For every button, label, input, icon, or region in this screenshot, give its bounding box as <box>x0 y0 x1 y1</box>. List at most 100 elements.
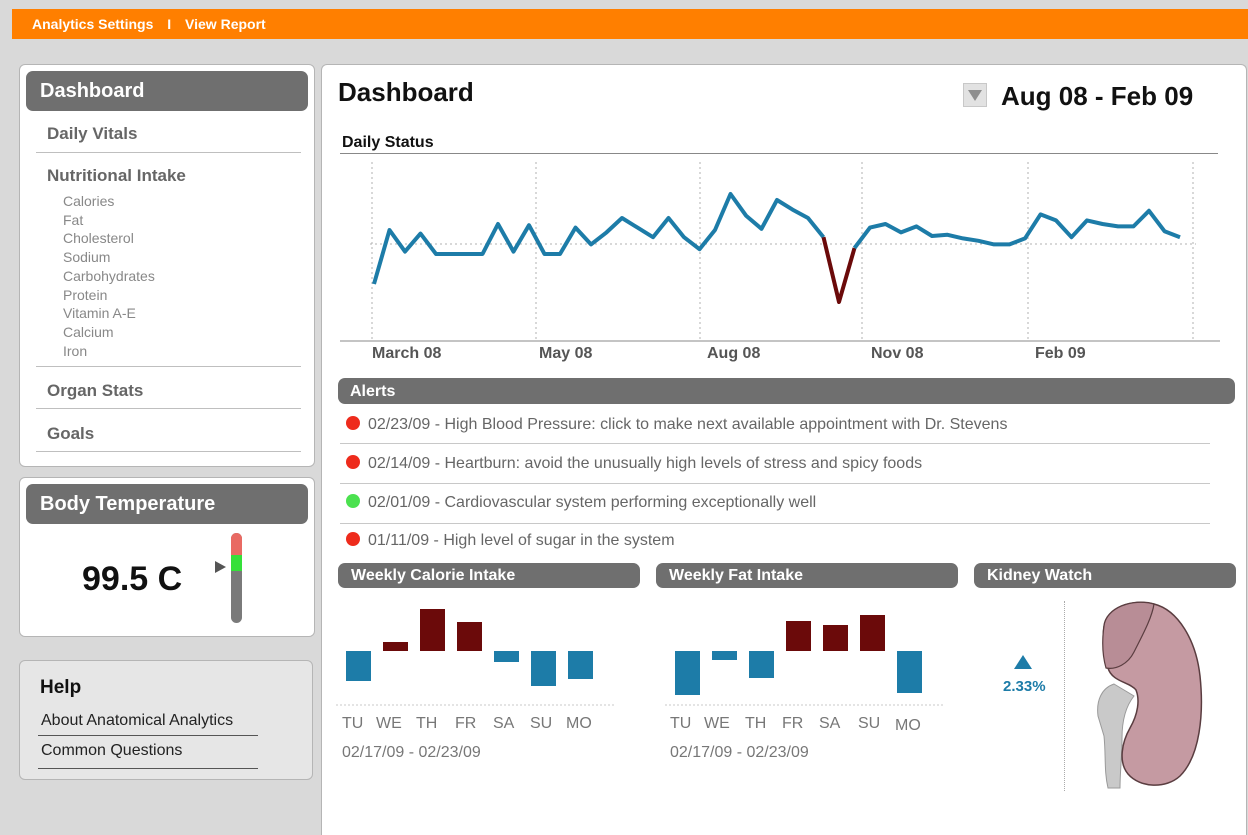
nav-sub-calcium[interactable]: Calcium <box>63 323 114 342</box>
month-tick-label: Aug 08 <box>707 345 761 362</box>
thermometer-warning-zone <box>231 533 242 555</box>
month-tick-label: May 08 <box>539 345 593 362</box>
alert-status-dot-icon <box>346 494 360 508</box>
nav-sub-calories[interactable]: Calories <box>63 192 114 211</box>
calorie-bar <box>457 622 482 651</box>
main-dashboard-panel: Dashboard Aug 08 - Feb 09 Daily Status M… <box>321 64 1247 835</box>
fat-day-label: MO <box>895 717 921 734</box>
date-range-value[interactable]: Aug 08 - Feb 09 <box>1001 81 1193 112</box>
kidney-divider <box>1064 601 1065 791</box>
fat-day-label: WE <box>704 715 730 732</box>
temperature-value: 99.5 C <box>82 560 183 598</box>
help-divider <box>38 768 258 769</box>
body-temperature-panel: Body Temperature 99.5 C <box>19 477 315 637</box>
top-bar: Analytics Settings I View Report <box>12 9 1248 39</box>
nav-sub-protein[interactable]: Protein <box>63 286 107 305</box>
nav-sub-iron[interactable]: Iron <box>63 342 87 361</box>
nav-sub-fat[interactable]: Fat <box>63 211 83 230</box>
alert-text: 01/11/09 - High level of sugar in the sy… <box>368 532 675 549</box>
fat-bar <box>786 621 811 651</box>
thermometer-normal-zone <box>231 555 242 571</box>
weekly-calorie-header: Weekly Calorie Intake <box>338 563 640 588</box>
nav-nutritional-intake[interactable]: Nutritional Intake <box>47 166 186 186</box>
kidney-icon[interactable] <box>1082 596 1212 796</box>
nav-divider <box>36 366 301 367</box>
fat-day-label: SU <box>858 715 881 732</box>
help-divider <box>38 735 258 736</box>
fat-bar <box>675 651 700 695</box>
alert-status-dot-icon <box>346 416 360 430</box>
alert-text: 02/01/09 - Cardiovascular system perform… <box>368 494 817 511</box>
month-tick-label: March 08 <box>372 345 442 362</box>
thermometer-pointer-icon <box>215 561 226 573</box>
fat-bar <box>860 615 885 651</box>
weekly-fat-chart[interactable] <box>665 593 945 708</box>
calorie-bar <box>383 642 408 651</box>
alert-item[interactable]: 02/14/09 - Heartburn: avoid the unusuall… <box>346 455 922 473</box>
fat-bar <box>897 651 922 693</box>
calorie-bar <box>494 651 519 662</box>
alert-text: 02/14/09 - Heartburn: avoid the unusuall… <box>368 455 923 472</box>
page-title: Dashboard <box>338 77 474 107</box>
alert-item[interactable]: 02/23/09 - High Blood Pressure: click to… <box>346 416 1007 434</box>
kidney-watch-header: Kidney Watch <box>974 563 1236 588</box>
alert-item[interactable]: 01/11/09 - High level of sugar in the sy… <box>346 532 675 550</box>
status-series-line <box>852 208 1181 250</box>
calorie-day-label: SA <box>493 715 515 732</box>
analytics-settings-link[interactable]: Analytics Settings <box>32 16 153 32</box>
alert-divider <box>340 523 1210 524</box>
fat-date-range: 02/17/09 - 02/23/09 <box>670 744 809 761</box>
alert-item[interactable]: 02/01/09 - Cardiovascular system perform… <box>346 494 816 512</box>
fat-bar <box>712 651 737 660</box>
link-separator: I <box>167 16 172 32</box>
nav-goals[interactable]: Goals <box>47 424 94 444</box>
alert-divider <box>340 443 1210 444</box>
nav-sub-vitamin[interactable]: Vitamin A-E <box>63 304 136 323</box>
date-range-dropdown-icon[interactable] <box>963 83 987 107</box>
thermometer-gauge <box>231 533 242 623</box>
about-anatomical-analytics-link[interactable]: About Anatomical Analytics <box>41 712 233 730</box>
status-anomaly-line <box>821 236 857 304</box>
fat-day-label: SA <box>819 715 841 732</box>
common-questions-link[interactable]: Common Questions <box>41 742 182 760</box>
top-links: Analytics Settings I View Report <box>32 16 266 32</box>
weekly-calorie-chart[interactable] <box>336 593 616 708</box>
nav-sub-carbohydrates[interactable]: Carbohydrates <box>63 267 155 286</box>
calorie-bar <box>346 651 371 681</box>
sidebar-title[interactable]: Dashboard <box>26 71 308 111</box>
calorie-bar <box>531 651 556 686</box>
calorie-bar <box>568 651 593 679</box>
calorie-day-label: TH <box>416 715 438 732</box>
help-panel: Help About Anatomical Analytics Common Q… <box>19 660 313 780</box>
nav-divider <box>36 408 301 409</box>
calorie-day-label: TU <box>342 715 364 732</box>
nav-daily-vitals[interactable]: Daily Vitals <box>47 124 137 144</box>
fat-bar <box>823 625 848 651</box>
nav-organ-stats[interactable]: Organ Stats <box>47 381 143 401</box>
trend-up-arrow-icon <box>1014 655 1032 669</box>
body-temperature-title: Body Temperature <box>26 484 308 524</box>
month-tick-label: Feb 09 <box>1035 345 1086 362</box>
status-series-line <box>372 192 826 285</box>
nav-divider <box>36 152 301 153</box>
kidney-change-value: 2.33% <box>1003 678 1046 695</box>
view-report-link[interactable]: View Report <box>185 16 266 32</box>
calorie-day-label: MO <box>566 715 592 732</box>
calorie-day-label: SU <box>530 715 553 732</box>
sidebar-nav-panel: Dashboard Daily Vitals Nutritional Intak… <box>19 64 315 467</box>
nav-sub-cholesterol[interactable]: Cholesterol <box>63 229 134 248</box>
nav-sub-sodium[interactable]: Sodium <box>63 248 110 267</box>
alert-status-dot-icon <box>346 532 360 546</box>
calorie-bar <box>420 609 445 651</box>
daily-status-chart[interactable] <box>340 154 1220 342</box>
month-tick-label: Nov 08 <box>871 345 924 362</box>
alerts-header: Alerts <box>338 378 1235 404</box>
calorie-day-label: FR <box>455 715 477 732</box>
help-title: Help <box>40 677 82 698</box>
calorie-date-range: 02/17/09 - 02/23/09 <box>342 744 481 761</box>
fat-bar <box>749 651 774 678</box>
daily-status-title: Daily Status <box>342 134 434 151</box>
calorie-day-label: WE <box>376 715 402 732</box>
alert-text: 02/23/09 - High Blood Pressure: click to… <box>368 416 1008 433</box>
fat-day-label: TH <box>745 715 767 732</box>
